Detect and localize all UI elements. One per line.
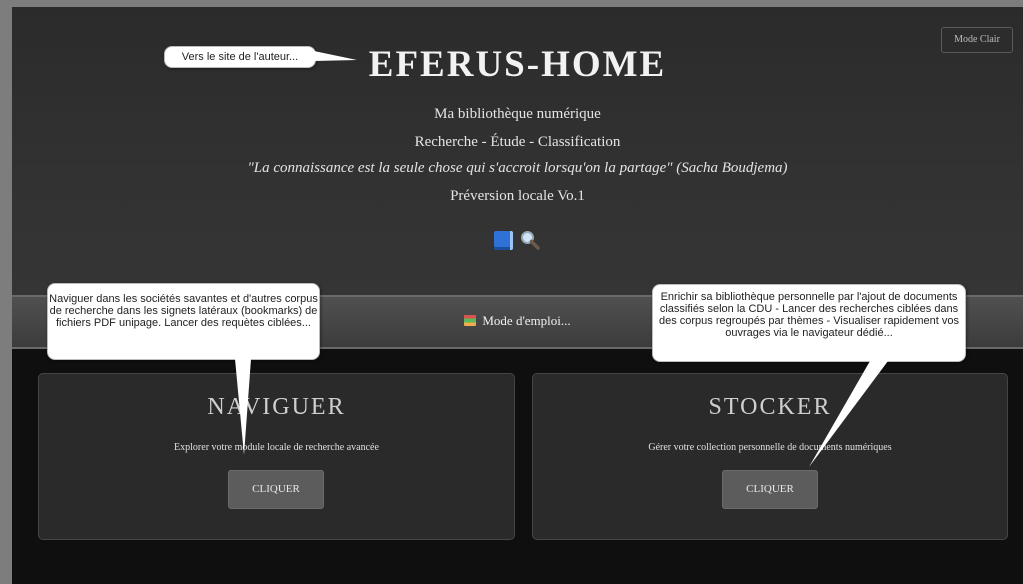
stocker-title: STOCKER bbox=[708, 394, 832, 420]
naviguer-description: Explorer votre module locale de recherch… bbox=[174, 442, 379, 453]
subtitle-topics: Recherche - Étude - Classification bbox=[414, 134, 621, 150]
author-tooltip: Vers le site de l'auteur... bbox=[164, 46, 316, 68]
stocker-card: STOCKER Gérer votre collection personnel… bbox=[532, 373, 1008, 540]
books-icon bbox=[464, 315, 477, 326]
magnifier-icon bbox=[521, 231, 540, 250]
naviguer-card: NAVIGUER Explorer votre module locale de… bbox=[38, 373, 515, 540]
naviguer-title: NAVIGUER bbox=[207, 394, 346, 420]
quote: "La connaissance est la seule chose qui … bbox=[247, 160, 788, 176]
user-manual-label: Mode d'emploi... bbox=[482, 313, 571, 328]
site-title[interactable]: EFERUS-HOME bbox=[12, 43, 1023, 86]
stocker-tooltip: Enrichir sa bibliothèque personnelle par… bbox=[652, 284, 966, 362]
naviguer-tooltip: Naviguer dans les sociétés savantes et d… bbox=[47, 283, 320, 360]
naviguer-button[interactable]: CLIQUER bbox=[228, 470, 324, 509]
stocker-description: Gérer votre collection personnelle de do… bbox=[648, 442, 892, 453]
version-label: Préversion locale Vo.1 bbox=[450, 188, 585, 204]
header-icons bbox=[12, 229, 1023, 255]
stocker-button[interactable]: CLIQUER bbox=[722, 470, 818, 509]
subtitle-library: Ma bibliothèque numérique bbox=[434, 106, 601, 122]
book-icon bbox=[494, 230, 513, 250]
page: Mode Clair EFERUS-HOME Ma bibliothèque n… bbox=[12, 7, 1023, 584]
